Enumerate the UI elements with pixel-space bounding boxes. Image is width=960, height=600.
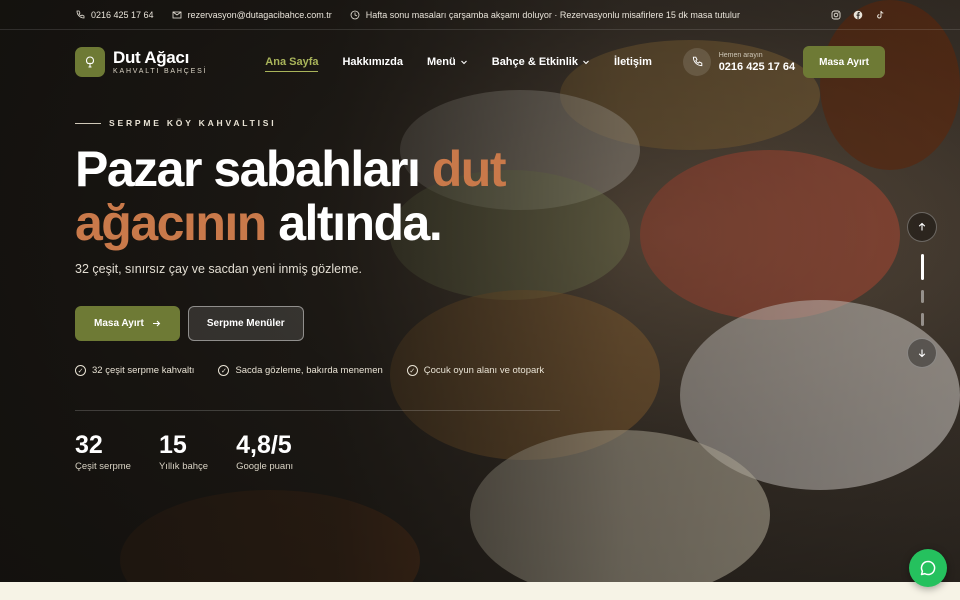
stat-value: 15 bbox=[158, 431, 187, 459]
hero-slider-nav bbox=[907, 212, 937, 368]
stat-value: 4,8/5 bbox=[236, 431, 292, 459]
stat-label: Yıllık bahçe bbox=[158, 461, 209, 472]
hero-cta-row: Masa Ayırt Serpme Menüler bbox=[75, 306, 304, 341]
instagram-icon[interactable] bbox=[831, 10, 841, 20]
facebook-icon[interactable] bbox=[853, 10, 863, 20]
slider-dot[interactable] bbox=[920, 290, 924, 303]
slider-dot[interactable] bbox=[920, 313, 924, 326]
arrow-right-icon bbox=[152, 320, 161, 327]
main-nav: Ana Sayfa Hakkımızda Menü Bahçe & Etkinl… bbox=[265, 52, 676, 72]
call-label: Hemen arayın bbox=[718, 51, 763, 59]
check-circle-icon: ✓ bbox=[75, 365, 86, 376]
brand-logo[interactable]: Dut Ağacı KAHVALTI BAHÇESİ bbox=[75, 47, 207, 77]
stat-value: 32 bbox=[75, 431, 103, 459]
stat-item: 4,8/5 Google puanı bbox=[236, 431, 293, 472]
nav-item-iletisim[interactable]: İletişim bbox=[614, 52, 652, 72]
stat-label: Google puanı bbox=[236, 461, 294, 472]
feature-item: ✓ Sacda gözleme, bakırda menemen bbox=[218, 365, 383, 376]
slider-prev-button[interactable] bbox=[907, 212, 937, 242]
phone-icon bbox=[76, 10, 85, 18]
call-block[interactable]: Hemen arayın 0216 425 17 64 bbox=[682, 48, 796, 76]
check-circle-icon: ✓ bbox=[218, 365, 230, 376]
hero-stats: 32 Çeşit serpme 15 Yıllık bahçe 4,8/5 Go… bbox=[75, 431, 293, 472]
topbar-email[interactable]: rezervasyon@dutagacibahce.com.tr bbox=[172, 10, 332, 20]
top-bar: 0216 425 17 64 rezervasyon@dutagacibahce… bbox=[0, 0, 960, 30]
arrow-up-icon bbox=[918, 222, 926, 231]
slider-next-button[interactable] bbox=[907, 338, 937, 368]
next-section-edge bbox=[0, 582, 960, 600]
hero-lead: 32 çeşit, sınırsız çay ve sacdan yeni in… bbox=[75, 262, 362, 276]
whatsapp-chat-button[interactable] bbox=[909, 549, 947, 587]
brand-tagline: KAHVALTI BAHÇESİ bbox=[113, 68, 208, 75]
hero-eyebrow-text: SERPME KÖY KAHVALTISI bbox=[109, 118, 277, 128]
hero-reserve-button[interactable]: Masa Ayırt bbox=[75, 306, 180, 341]
mail-icon bbox=[172, 11, 181, 18]
check-circle-icon: ✓ bbox=[406, 365, 418, 376]
topbar-phone[interactable]: 0216 425 17 64 bbox=[75, 10, 154, 20]
topbar-phone-text: 0216 425 17 64 bbox=[91, 9, 154, 20]
chevron-down-icon bbox=[460, 60, 467, 65]
main-header: Dut Ağacı KAHVALTI BAHÇESİ Ana Sayfa Hak… bbox=[0, 30, 960, 94]
social-links bbox=[831, 10, 885, 20]
eyebrow-line bbox=[75, 122, 101, 124]
hero-eyebrow: SERPME KÖY KAHVALTISI bbox=[75, 118, 276, 128]
brand-name: Dut Ağacı bbox=[113, 48, 190, 67]
arrow-down-icon bbox=[918, 349, 926, 358]
topbar-notice-text: Hafta sonu masaları çarşamba akşamı dolu… bbox=[365, 9, 740, 20]
stat-item: 15 Yıllık bahçe bbox=[159, 431, 208, 472]
chevron-down-icon bbox=[583, 60, 589, 65]
stat-label: Çeşit serpme bbox=[75, 461, 131, 472]
nav-item-hakkimizda[interactable]: Hakkımızda bbox=[342, 52, 403, 72]
nav-item-bahce-etkinlik[interactable]: Bahçe & Etkinlik bbox=[492, 52, 590, 72]
call-number: 0216 425 17 64 bbox=[718, 60, 796, 73]
slider-dot-active[interactable] bbox=[920, 254, 924, 280]
feature-item: ✓ Çocuk oyun alanı ve otopark bbox=[406, 365, 544, 376]
topbar-notice: Hafta sonu masaları çarşamba akşamı dolu… bbox=[350, 10, 740, 20]
hero-features: ✓ 32 çeşit serpme kahvaltı ✓ Sacda gözleme… bbox=[75, 365, 544, 376]
nav-item-ana-sayfa[interactable]: Ana Sayfa bbox=[265, 52, 319, 72]
stat-item: 32 Çeşit serpme bbox=[75, 431, 131, 472]
tree-icon bbox=[75, 47, 105, 77]
nav-item-menu[interactable]: Menü bbox=[427, 52, 468, 72]
hero-divider bbox=[75, 410, 560, 411]
header-reserve-button[interactable]: Masa Ayırt bbox=[803, 46, 885, 78]
serpme-menus-button[interactable]: Serpme Menüler bbox=[187, 306, 304, 341]
chat-bubble-icon bbox=[920, 560, 936, 576]
clock-icon bbox=[350, 10, 360, 19]
phone-icon bbox=[682, 48, 711, 76]
topbar-email-text: rezervasyon@dutagacibahce.com.tr bbox=[187, 9, 332, 20]
hero-headline: Pazar sabahları dut ağacının altında. bbox=[75, 141, 507, 251]
tiktok-icon[interactable] bbox=[875, 10, 885, 20]
feature-item: ✓ 32 çeşit serpme kahvaltı bbox=[75, 365, 194, 376]
